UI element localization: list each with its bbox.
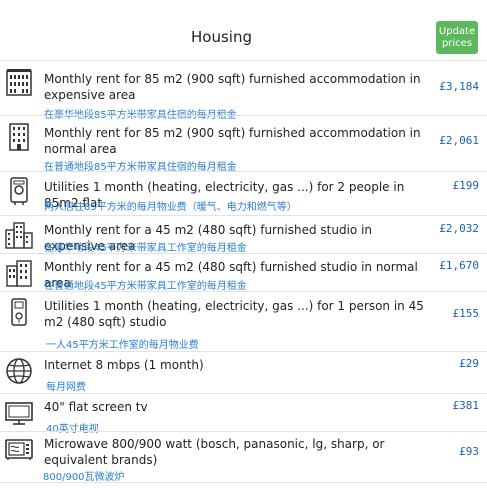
list-item: Microwave 800/900 watt (bosch, panasonic… [0,431,487,483]
item-translation: 在豪华地段45平方米带家具工作室的每月租金 [44,243,247,254]
apartment-buildings-icon [4,258,34,288]
globe-icon [4,356,34,386]
list-item: 40" flat screen tv £381 40英寸电视 [0,393,487,435]
list-item: Monthly rent for 85 m2 (900 sqft) furnis… [0,115,487,173]
list-item: Internet 8 mbps (1 month) £29 每月网费 [0,351,487,393]
list-item: Utilities 1 month (heating, electricity,… [0,291,487,351]
item-price: £199 [452,179,480,192]
list-item: Utilities 1 month (heating, electricity,… [0,171,487,215]
item-price: £29 [459,357,479,370]
item-price: £381 [452,399,480,412]
header: Housing Update prices [0,0,487,60]
boiler-icon [4,176,34,206]
item-description: 40" flat screen tv [44,400,148,414]
item-translation: 800/900瓦微波炉 [43,472,125,483]
page-title: Housing [191,28,252,46]
item-description: Microwave 800/900 watt (bosch, panasonic… [44,437,385,467]
microwave-icon [4,435,34,465]
item-price: £155 [452,307,480,320]
price-list: Monthly rent for 85 m2 (900 sqft) furnis… [0,60,487,483]
building-icon [4,67,34,97]
item-translation: 两人居住85平方米的每月物业费（暖气、电力和燃气等） [44,202,297,213]
item-description: Utilities 1 month (heating, electricity,… [44,299,424,329]
item-description: Internet 8 mbps (1 month) [44,358,204,372]
office-building-icon [4,122,34,152]
item-price: £93 [459,445,479,458]
utility-meter-icon [4,297,34,327]
item-price: £2,061 [439,134,479,147]
city-buildings-icon [4,220,34,250]
item-price: £3,184 [439,80,479,93]
tv-icon [4,398,34,428]
item-price: £2,032 [439,222,479,235]
item-description: Monthly rent for 85 m2 (900 sqft) furnis… [44,126,421,156]
update-prices-button[interactable]: Update prices [436,21,478,54]
item-translation: 一人45平方米工作室的每月物业费 [46,340,199,351]
list-item: Monthly rent for 85 m2 (900 sqft) furnis… [0,60,487,121]
list-item: Monthly rent for a 45 m2 (480 sqft) furn… [0,253,487,292]
item-price: £1,670 [439,259,479,272]
item-description: Monthly rent for 85 m2 (900 sqft) furnis… [44,72,421,102]
list-item: Monthly rent for a 45 m2 (480 sqft) furn… [0,215,487,254]
item-translation: 每月网费 [46,382,86,393]
item-translation: 在普通地段45平方米带家具工作室的每月租金 [44,281,247,292]
